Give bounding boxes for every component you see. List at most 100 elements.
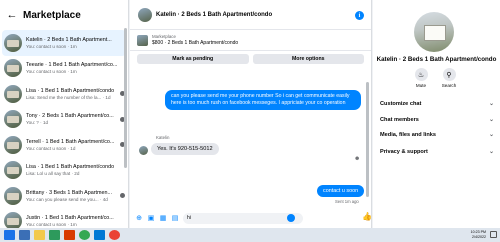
chat-name: Terrell · 1 Bed 1 Bath Apartment/co... — [26, 138, 115, 145]
clock-date: 2/4/2022 — [472, 234, 486, 239]
conversation-scrollbar[interactable] — [366, 82, 369, 197]
read-receipt-dot — [118, 40, 123, 45]
chat-info-panel: Katelin · 2 Beds 1 Bath Apartment/condo … — [373, 0, 500, 228]
more-options-button[interactable]: More options — [252, 54, 364, 64]
chevron-down-icon: ⌄ — [488, 149, 494, 155]
menu-privacy-support[interactable]: Privacy & support ⌄ — [380, 148, 494, 156]
read-receipt-dot — [120, 168, 125, 173]
edge-icon[interactable] — [94, 230, 105, 240]
sent-status: Sent 1m ago — [335, 199, 359, 204]
listing-card[interactable]: Marketplace $800 · 2 Beds 1 Bath Apartme… — [130, 30, 371, 51]
chat-preview: You: contact u soon · 1m — [26, 69, 77, 75]
plus-icon[interactable]: ⊕ — [135, 214, 143, 222]
menu-media-files-links[interactable]: Media, files and links ⌄ — [380, 131, 494, 139]
chat-thumbnail — [4, 84, 22, 103]
menu-label: Customize chat — [380, 100, 422, 107]
chat-name: Katelin · 2 Beds 1 Bath Apartment... — [26, 36, 112, 43]
menu-chat-members[interactable]: Chat members ⌄ — [380, 116, 494, 124]
chat-thumbnail — [4, 33, 22, 52]
windows-taskbar: 10:23 PM 2/4/2022 — [0, 228, 500, 242]
incoming-sender-name: Katelin — [156, 135, 170, 140]
contact-avatar[interactable] — [414, 12, 454, 52]
chevron-down-icon: ⌄ — [488, 101, 494, 107]
chat-list-item[interactable]: Brittany · 3 Beds 1 Bath Apartmen... You:… — [0, 183, 128, 209]
sidebar-title: Marketplace — [23, 9, 81, 21]
image-icon[interactable]: ▣ — [147, 214, 155, 222]
chat-list-item[interactable]: Teearie · 1 Bed 1 Bath Apartment/co... Yo… — [0, 56, 128, 82]
chat-name: Brittany · 3 Beds 1 Bath Apartmen... — [26, 189, 112, 196]
chat-list: Katelin · 2 Beds 1 Bath Apartment... You:… — [0, 30, 128, 234]
read-receipt-dot — [120, 219, 125, 224]
chat-list-item[interactable]: Tony · 2 Beds 1 Bath Apartment/co... You:… — [0, 107, 128, 133]
outgoing-message[interactable]: contact u soon — [317, 185, 365, 197]
emoji-icon[interactable] — [287, 214, 295, 222]
excel-icon[interactable] — [49, 230, 60, 240]
chat-list-item[interactable]: Terrell · 1 Bed 1 Bath Apartment/co... Yo… — [0, 132, 128, 158]
chat-thumbnail — [4, 110, 22, 129]
listing-actions: Mark as pending More options — [130, 51, 371, 67]
message-input[interactable] — [183, 212, 303, 224]
search-action[interactable]: ⚲ Search — [438, 68, 460, 88]
chat-thumbnail — [4, 186, 22, 205]
chat-name: Lisa · 1 Bed 1 Bath Apartment/condo — [26, 164, 115, 171]
menu-customize-chat[interactable]: Customize chat ⌄ — [380, 100, 494, 108]
chat-preview: Lisa: Send me the number of the la... · … — [26, 94, 111, 100]
conversation-header: Katelin · 2 Beds 1 Bath Apartment/condo … — [130, 0, 371, 30]
menu-label: Privacy & support — [380, 148, 428, 155]
menu-label: Chat members — [380, 116, 419, 123]
chat-preview: You: contact u soon · 1m — [26, 222, 77, 228]
chrome-icon[interactable] — [109, 230, 120, 240]
message-thread: can you please send me your phone number… — [130, 70, 366, 210]
conversation-avatar[interactable] — [138, 7, 152, 22]
mute-action[interactable]: ♨ Mute — [410, 68, 432, 88]
search-label: Search — [441, 83, 457, 88]
thumbs-up-icon[interactable]: 👍 — [362, 212, 372, 221]
chat-list-item[interactable]: Katelin · 2 Beds 1 Bath Apartment... You:… — [2, 30, 126, 56]
chat-name: Justin · 1 Bed 1 Bath Apartment/co... — [26, 215, 114, 222]
read-receipt-dot — [120, 193, 125, 199]
conversation-pane: Katelin · 2 Beds 1 Bath Apartment/condo … — [130, 0, 372, 228]
chevron-down-icon: ⌄ — [488, 132, 494, 138]
outgoing-message[interactable]: can you please send me your phone number… — [165, 90, 361, 111]
listing-thumbnail — [137, 34, 148, 46]
chevron-down-icon: ⌄ — [488, 117, 494, 123]
chat-thumbnail — [4, 59, 22, 78]
file-explorer-icon[interactable] — [34, 230, 45, 240]
chat-thumbnail — [4, 161, 22, 180]
chat-name: Lisa · 1 Bed 1 Bath Apartment/condo — [26, 87, 115, 94]
chat-name: Teearie · 1 Bed 1 Bath Apartment/co... — [26, 62, 118, 69]
mute-label: Mute — [415, 83, 427, 88]
incoming-sender-avatar[interactable] — [139, 146, 148, 155]
reaction-icon[interactable]: ☻ — [354, 156, 360, 162]
taskbar-clock[interactable]: 10:23 PM 2/4/2022 — [471, 230, 486, 239]
notification-icon[interactable] — [490, 231, 497, 238]
chat-preview: You: contact u soon · 1d — [26, 145, 76, 151]
back-arrow-icon[interactable]: ← — [5, 8, 19, 22]
marketplace-sidebar: ← Marketplace Katelin · 2 Beds 1 Bath Ap… — [0, 0, 129, 231]
listing-title: $800 · 2 Beds 1 Bath Apartment/condo — [152, 40, 239, 46]
windows-start-icon[interactable] — [4, 230, 15, 240]
word-icon[interactable] — [19, 230, 30, 240]
chrome-icon[interactable] — [79, 230, 90, 240]
sidebar-header: ← Marketplace — [0, 0, 128, 30]
clock-time: 10:23 PM — [470, 230, 486, 234]
mark-as-pending-button[interactable]: Mark as pending — [137, 54, 249, 64]
chat-list-item[interactable]: Lisa · 1 Bed 1 Bath Apartment/condo Lisa:… — [0, 81, 128, 107]
chat-list-item[interactable]: Lisa · 1 Bed 1 Bath Apartment/condo Lisa:… — [0, 158, 128, 184]
gif-icon[interactable]: ▤ — [171, 214, 179, 222]
powerpoint-icon[interactable] — [64, 230, 75, 240]
message-composer: ⊕ ▣ ▦ ▤ 👍 — [130, 208, 372, 228]
conversation-title[interactable]: Katelin · 2 Beds 1 Bath Apartment/condo — [156, 12, 272, 18]
chat-name: Tony · 2 Beds 1 Bath Apartment/co... — [26, 113, 114, 120]
menu-label: Media, files and links — [380, 131, 436, 138]
sidebar-scrollbar[interactable] — [124, 28, 127, 168]
chat-preview: You: contact u soon · 1m — [26, 43, 77, 49]
info-icon[interactable]: i — [355, 11, 364, 20]
chat-thumbnail — [4, 135, 22, 154]
incoming-message[interactable]: Yes. It's 920-515-5012 — [151, 143, 219, 155]
listing-source: Marketplace — [152, 34, 176, 39]
chat-preview: Lisa: Lol u all say that · 2d — [26, 171, 80, 177]
chat-preview: You: can you please send me you... · 4d — [26, 196, 108, 202]
bell-icon: ♨ — [414, 68, 428, 81]
sticker-icon[interactable]: ▦ — [159, 214, 167, 222]
